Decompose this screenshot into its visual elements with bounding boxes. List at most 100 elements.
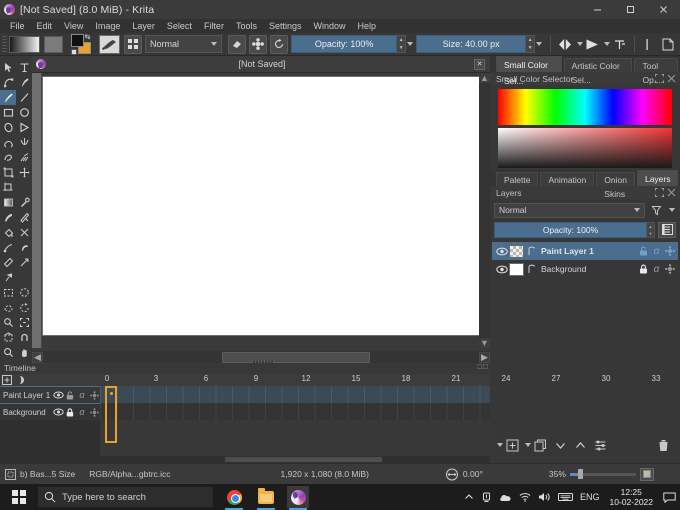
menu-tools[interactable]: Tools	[230, 19, 263, 33]
wrap-around-icon[interactable]	[610, 35, 628, 54]
minimize-icon[interactable]	[581, 0, 614, 19]
size-slider[interactable]: Size: 40.00 px	[416, 35, 527, 53]
menu-select[interactable]: Select	[161, 19, 198, 33]
opacity-spinner[interactable]: ▲ ▼	[397, 35, 407, 53]
keyboard-icon[interactable]	[558, 492, 573, 502]
close-icon[interactable]	[647, 0, 680, 19]
maximize-icon[interactable]	[614, 0, 647, 19]
krita-icon[interactable]	[287, 486, 309, 510]
delete-layer-icon[interactable]	[655, 437, 672, 454]
eye-icon[interactable]	[494, 265, 509, 274]
menu-filter[interactable]: Filter	[198, 19, 230, 33]
rotation-value[interactable]: 0.00°	[463, 469, 483, 479]
float-docker-icon[interactable]	[655, 74, 664, 83]
lock-open-icon[interactable]	[637, 246, 650, 256]
cloud-icon[interactable]	[499, 493, 512, 502]
zoom-tool[interactable]	[0, 345, 16, 360]
timeline-horizontal-scrollbar[interactable]	[0, 456, 490, 463]
onion-skin-icon[interactable]	[525, 264, 537, 274]
gradient-tool[interactable]	[0, 195, 16, 210]
toolbar-drag-handle[interactable]	[2, 35, 8, 53]
scroll-left-icon[interactable]: ◀	[32, 351, 43, 363]
layer-properties-icon[interactable]	[658, 221, 676, 238]
selection-mask-icon[interactable]	[0, 468, 20, 480]
reload-preset-icon[interactable]	[270, 34, 289, 54]
file-explorer-icon[interactable]	[255, 486, 277, 510]
canvas-vertical-scrollbar[interactable]: ▲ ▼	[479, 73, 490, 348]
color-sampler-tool[interactable]	[16, 195, 32, 210]
freehand-selection-tool[interactable]	[16, 300, 32, 315]
canvas-document-tab[interactable]: [Not Saved] ✕	[32, 56, 490, 73]
move-layer-up-icon[interactable]	[572, 437, 589, 454]
timeline-ruler[interactable]: 0 3 6 9 12 15 18 21 24 27 30 33	[100, 374, 660, 386]
alpha-lock-icon[interactable]: α	[650, 246, 663, 257]
size-spinner[interactable]: ▲ ▼	[526, 35, 536, 53]
brush-presets-grid-icon[interactable]	[124, 34, 143, 54]
close-icon[interactable]: ✕	[474, 58, 485, 70]
freehand-brush-tool[interactable]	[0, 90, 16, 105]
toolbar-overflow-icon[interactable]	[496, 443, 504, 447]
enclose-and-fill-tool[interactable]	[16, 225, 32, 240]
tab-small-color-selector[interactable]: Small Color Sel...	[496, 56, 562, 86]
close-docker-icon[interactable]	[667, 188, 676, 197]
opacity-dropdown-icon[interactable]	[406, 35, 413, 53]
windows-start-icon[interactable]	[0, 490, 38, 504]
layer-opacity-spinner[interactable]: ▲ ▼	[647, 221, 655, 238]
canvas-only-icon[interactable]	[659, 35, 677, 54]
menu-edit[interactable]: Edit	[31, 19, 59, 33]
layer-thumbnail[interactable]	[509, 262, 524, 276]
polygon-tool[interactable]	[0, 120, 16, 135]
lock-closed-icon[interactable]	[64, 407, 76, 417]
timeline-docker-icons[interactable]: ☐☐	[477, 364, 488, 371]
assistants-icon[interactable]	[638, 35, 656, 54]
line-tool[interactable]	[16, 90, 32, 105]
filter-funnel-icon[interactable]	[648, 205, 664, 216]
scroll-right-icon[interactable]: ▶	[479, 351, 490, 363]
calligraphy-tool[interactable]	[16, 75, 32, 90]
eye-icon[interactable]	[494, 247, 509, 256]
gradient-swatch-icon[interactable]	[9, 35, 40, 53]
zoom-value[interactable]: 35%	[549, 469, 566, 479]
duplicate-layer-icon[interactable]	[532, 437, 549, 454]
size-dropdown-icon[interactable]	[535, 35, 542, 53]
layer-blend-mode-combo[interactable]: Normal	[494, 202, 645, 218]
polygonal-selection-tool[interactable]	[0, 300, 16, 315]
layer-style-icon[interactable]	[88, 390, 100, 400]
fg-bg-color-icon[interactable]: ↹	[71, 34, 92, 55]
layer-style-icon[interactable]	[663, 246, 676, 256]
opacity-control[interactable]: Opacity: 100% ▲ ▼	[291, 35, 413, 53]
float-docker-icon[interactable]	[655, 188, 664, 197]
gradient-edit-tool[interactable]	[0, 240, 16, 255]
onion-skin-icon[interactable]	[525, 246, 537, 256]
layer-style-icon[interactable]	[663, 264, 676, 274]
onedrive-sync-icon[interactable]	[481, 492, 492, 503]
layer-properties-sliders-icon[interactable]	[592, 437, 609, 454]
rotation-icon[interactable]	[441, 468, 463, 481]
text-tool[interactable]	[16, 60, 32, 75]
crop-tool[interactable]	[0, 180, 16, 195]
layer-style-icon[interactable]	[88, 407, 100, 417]
menu-layer[interactable]: Layer	[126, 19, 161, 33]
similar-color-selection-tool[interactable]	[16, 315, 32, 330]
add-layer-icon[interactable]	[504, 437, 521, 454]
chrome-icon[interactable]	[223, 486, 245, 510]
add-keyframe-icon[interactable]	[0, 375, 13, 386]
brush-preset-icon[interactable]	[98, 34, 121, 54]
eye-icon[interactable]	[52, 391, 64, 399]
edit-shapes-tool[interactable]	[0, 75, 16, 90]
ellipse-tool[interactable]	[16, 105, 32, 120]
size-control[interactable]: Size: 40.00 px ▲ ▼	[416, 35, 542, 53]
select-shapes-tool[interactable]	[0, 60, 16, 75]
alpha-lock-icon[interactable]: α	[76, 407, 88, 417]
tab-animation[interactable]: Animation	[540, 172, 595, 186]
tab-tool-options[interactable]: Tool Op...	[634, 58, 678, 85]
timeline-keyframe[interactable]	[110, 392, 113, 395]
measure-tool[interactable]	[0, 255, 16, 270]
elliptical-selection-tool[interactable]	[16, 285, 32, 300]
timeline-row-header-paint-layer-1[interactable]: Paint Layer 1 α	[0, 386, 100, 403]
blend-mode-combo[interactable]: Normal	[145, 35, 223, 53]
contiguous-selection-tool[interactable]	[0, 315, 16, 330]
perspective-tool[interactable]	[16, 255, 32, 270]
menu-image[interactable]: Image	[89, 19, 126, 33]
magnetic-selection-tool[interactable]	[16, 330, 32, 345]
